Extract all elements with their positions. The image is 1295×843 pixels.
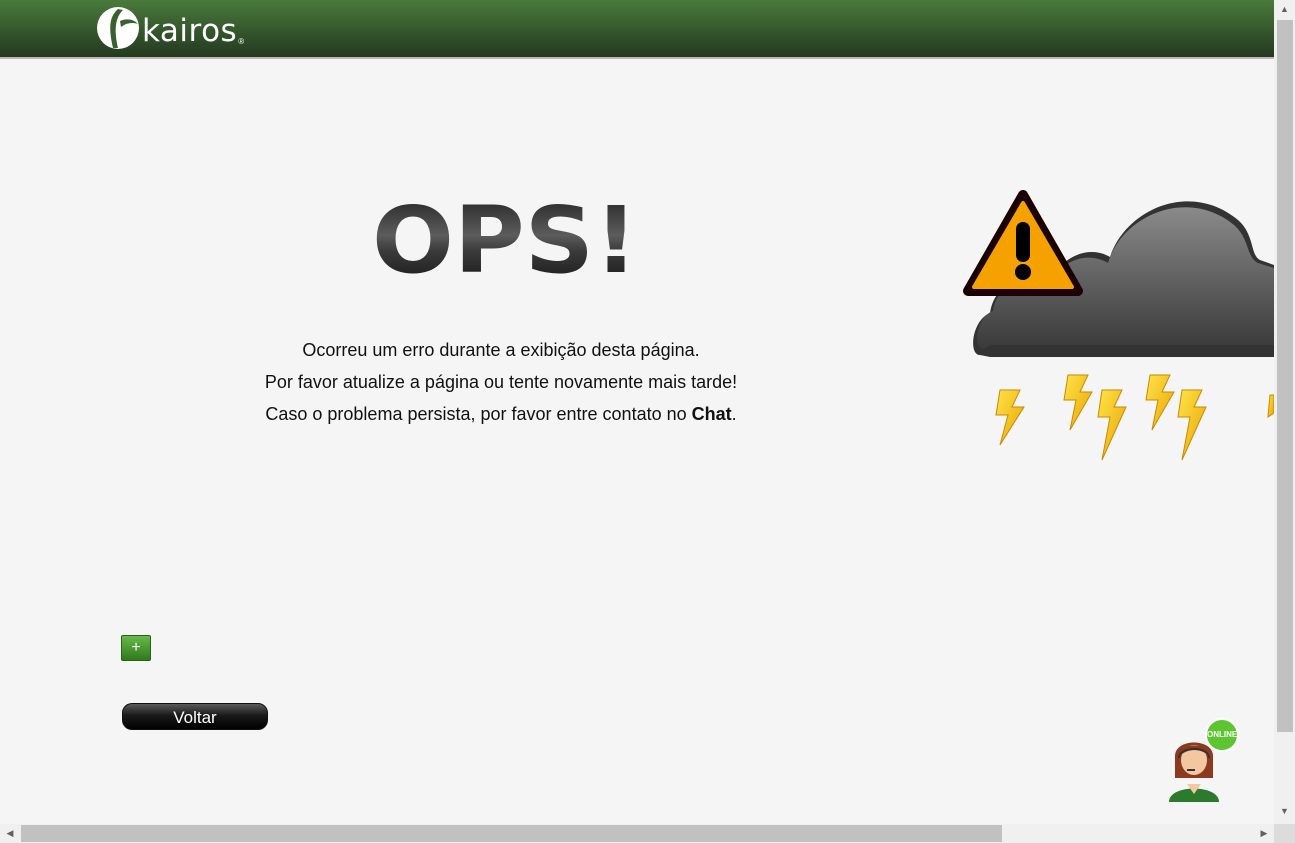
scroll-down-arrow-icon[interactable]: ▼ <box>1274 802 1295 820</box>
vertical-scroll-thumb[interactable] <box>1277 20 1293 732</box>
logo-registered-mark: ® <box>238 36 245 46</box>
scroll-up-arrow-icon[interactable]: ▲ <box>1274 0 1295 18</box>
kairos-logo-icon <box>97 7 139 49</box>
kairos-logo[interactable]: kairos ® <box>96 5 244 51</box>
vertical-scrollbar[interactable]: ▲ ▼ <box>1274 0 1295 824</box>
back-button[interactable]: Voltar <box>122 703 268 730</box>
error-message-line-1: Ocorreu um erro durante a exibição desta… <box>302 340 700 360</box>
storm-illustration <box>960 185 1274 475</box>
scroll-left-arrow-icon[interactable]: ◀ <box>0 824 20 843</box>
lightning-bolt-icon <box>995 374 1274 461</box>
online-status-badge: ONLINE <box>1205 718 1239 752</box>
chat-link-text[interactable]: Chat <box>692 404 732 424</box>
site-header: kairos ® <box>0 0 1274 59</box>
error-message-line-3-end: . <box>731 404 737 424</box>
error-message-line-2: Por favor atualize a página ou tente nov… <box>264 372 738 392</box>
error-message-line-3: Caso o problema persista, por favor entr… <box>200 398 802 430</box>
horizontal-scroll-thumb[interactable] <box>21 825 1002 842</box>
chat-widget[interactable]: ONLINE <box>1165 716 1241 806</box>
error-message: Ocorreu um erro durante a exibição desta… <box>200 334 802 430</box>
scrollbar-corner <box>1274 824 1295 843</box>
scroll-right-arrow-icon[interactable]: ▶ <box>1254 824 1274 843</box>
warning-icon <box>963 190 1083 296</box>
error-title-text: OPS! <box>372 188 638 288</box>
logo-text: kairos <box>142 13 238 49</box>
error-message-line-3-text: Caso o problema persista, por favor entr… <box>265 404 692 424</box>
error-title: OPS! <box>370 187 650 294</box>
horizontal-scrollbar[interactable]: ◀ ▶ <box>0 824 1274 843</box>
expand-button[interactable]: + <box>121 635 151 661</box>
page-viewport: kairos ® OPS! Ocorreu um erro durante a … <box>0 0 1274 824</box>
